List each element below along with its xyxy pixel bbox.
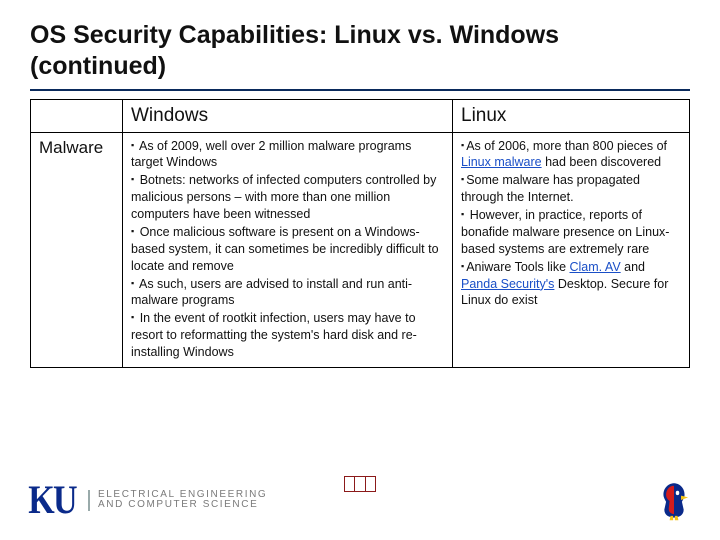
ku-dept-text: ELECTRICAL ENGINEERING AND COMPUTER SCIE… xyxy=(88,490,267,511)
table-header-row: Windows Linux xyxy=(31,99,690,132)
linux-b2: Some malware has propagated through the … xyxy=(461,173,640,204)
cell-linux: ▪As of 2006, more than 800 pieces of Lin… xyxy=(453,132,690,367)
header-blank xyxy=(31,99,123,132)
bullet-icon: ▪ xyxy=(461,209,464,219)
bullet-icon: ▪ xyxy=(131,278,134,288)
bullet-icon: ▪ xyxy=(131,174,134,184)
link-clamav[interactable]: Clam. AV xyxy=(570,260,621,274)
link-panda-security[interactable]: Panda Security's xyxy=(461,277,554,291)
win-bullet-3: Once malicious software is present on a … xyxy=(131,225,439,273)
linux-b1-post: had been discovered xyxy=(542,155,662,169)
jayhawk-icon xyxy=(652,478,696,522)
win-bullet-5: In the event of rootkit infection, users… xyxy=(131,311,417,359)
bullet-icon: ▪ xyxy=(131,312,134,322)
comparison-table: Windows Linux Malware ▪ As of 2009, well… xyxy=(30,99,690,368)
linux-b3: However, in practice, reports of bonafid… xyxy=(461,208,669,256)
bullet-icon: ▪ xyxy=(461,174,464,184)
row-label-malware: Malware xyxy=(31,132,123,367)
bullet-icon: ▪ xyxy=(461,140,464,150)
footer: KU ELECTRICAL ENGINEERING AND COMPUTER S… xyxy=(0,470,720,530)
bullet-icon: ▪ xyxy=(131,226,134,236)
win-bullet-1: As of 2009, well over 2 million malware … xyxy=(131,139,411,170)
link-linux-malware[interactable]: Linux malware xyxy=(461,155,542,169)
win-bullet-4: As such, users are advised to install an… xyxy=(131,277,412,308)
title-underline xyxy=(30,89,690,91)
table-row: Malware ▪ As of 2009, well over 2 millio… xyxy=(31,132,690,367)
header-windows: Windows xyxy=(123,99,453,132)
cell-windows: ▪ As of 2009, well over 2 million malwar… xyxy=(123,132,453,367)
win-bullet-2: Botnets: networks of infected computers … xyxy=(131,173,436,221)
ku-logo: KU ELECTRICAL ENGINEERING AND COMPUTER S… xyxy=(24,480,267,520)
linux-b4-mid: and xyxy=(621,260,645,274)
linux-b4-pre: Aniware Tools like xyxy=(466,260,569,274)
bullet-icon: ▪ xyxy=(461,261,464,271)
header-linux: Linux xyxy=(453,99,690,132)
page-title: OS Security Capabilities: Linux vs. Wind… xyxy=(30,20,690,83)
ku-mark: KU xyxy=(28,480,76,520)
ku-line2: AND COMPUTER SCIENCE xyxy=(98,500,267,511)
linux-b1-pre: As of 2006, more than 800 pieces of xyxy=(466,139,667,153)
bullet-icon: ▪ xyxy=(131,140,134,150)
